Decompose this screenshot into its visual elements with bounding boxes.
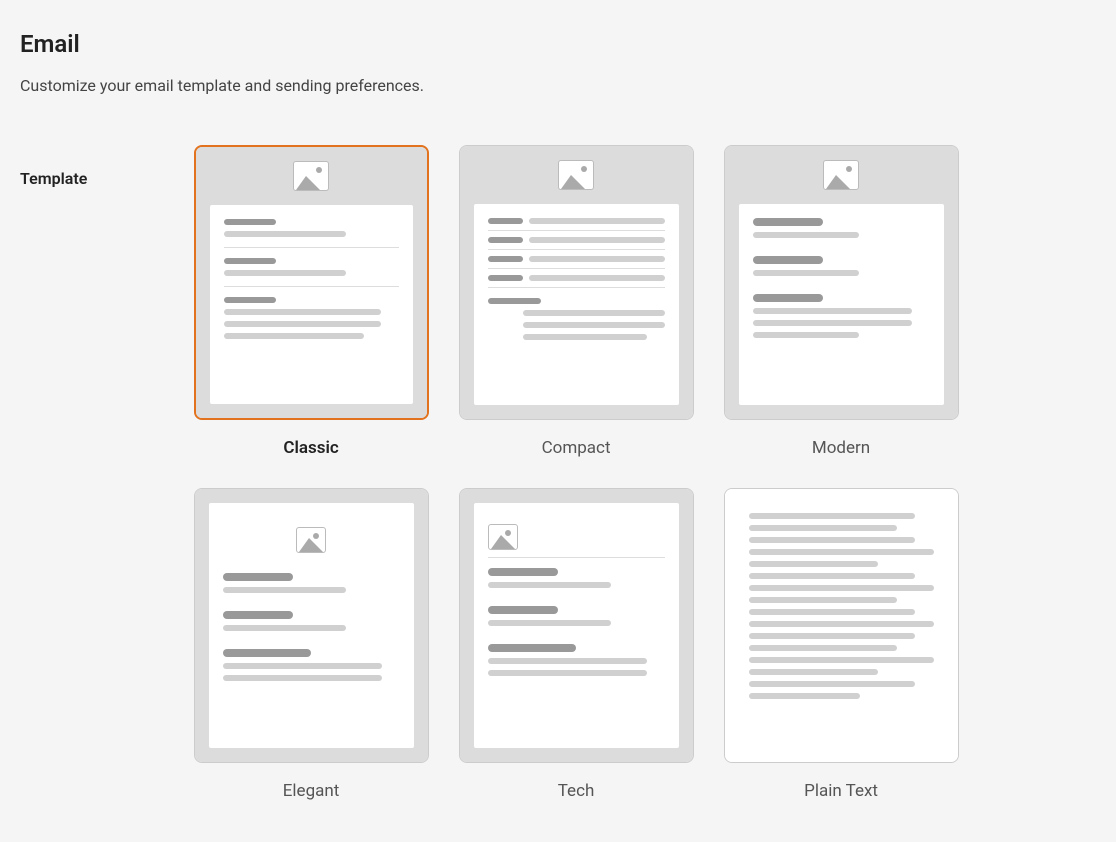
template-card-modern — [724, 145, 959, 420]
template-option-modern[interactable]: Modern — [724, 145, 959, 458]
template-option-classic[interactable]: Classic — [194, 145, 429, 458]
template-card-tech — [459, 488, 694, 763]
template-caption-elegant: Elegant — [194, 781, 429, 801]
template-caption-modern: Modern — [724, 438, 959, 458]
template-caption-compact: Compact — [459, 438, 694, 458]
image-icon — [293, 161, 329, 191]
template-card-elegant — [194, 488, 429, 763]
template-option-compact[interactable]: Compact — [459, 145, 694, 458]
template-card-compact — [459, 145, 694, 420]
template-caption-classic: Classic — [194, 438, 429, 458]
image-icon — [558, 160, 594, 190]
template-option-plaintext[interactable]: Plain Text — [724, 488, 959, 801]
page-title: Email — [20, 30, 1096, 58]
template-section-label: Template — [20, 145, 194, 188]
template-option-tech[interactable]: Tech — [459, 488, 694, 801]
template-card-classic — [194, 145, 429, 420]
template-caption-tech: Tech — [459, 781, 694, 801]
template-card-plaintext — [724, 488, 959, 763]
image-icon — [823, 160, 859, 190]
image-icon — [488, 524, 518, 550]
image-icon — [296, 527, 326, 553]
page-subtitle: Customize your email template and sendin… — [20, 76, 1096, 95]
template-option-elegant[interactable]: Elegant — [194, 488, 429, 801]
template-caption-plaintext: Plain Text — [724, 781, 959, 801]
template-grid: Classic — [194, 145, 1096, 801]
